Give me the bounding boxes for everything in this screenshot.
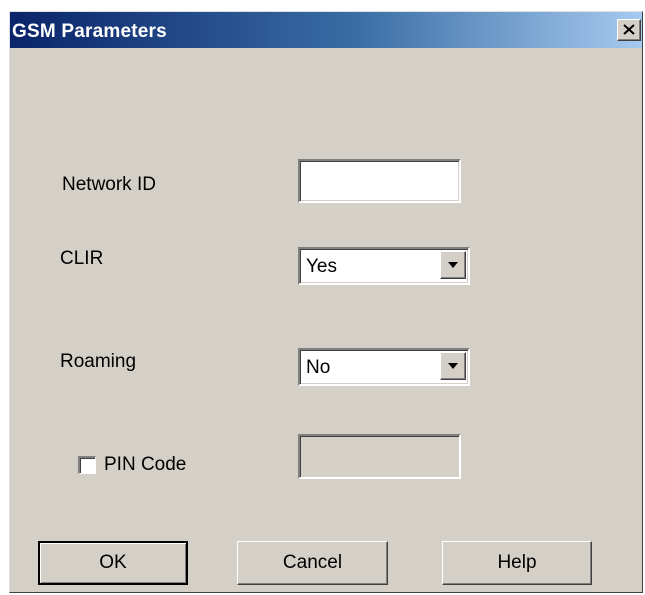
cancel-button[interactable]: Cancel bbox=[237, 541, 388, 585]
pin-code-input[interactable] bbox=[298, 434, 461, 479]
network-id-input[interactable] bbox=[298, 159, 461, 203]
gsm-parameters-dialog: GSM Parameters Network ID CLIR Yes Roami… bbox=[9, 11, 643, 593]
close-icon bbox=[623, 24, 635, 35]
network-id-label: Network ID bbox=[62, 174, 156, 195]
chevron-down-icon bbox=[448, 262, 458, 268]
clir-select[interactable]: Yes bbox=[298, 247, 470, 285]
dialog-title: GSM Parameters bbox=[12, 21, 167, 42]
roaming-selected-value: No bbox=[306, 357, 331, 378]
help-button[interactable]: Help bbox=[442, 541, 592, 585]
clir-label: CLIR bbox=[60, 248, 104, 269]
clir-dropdown-button[interactable] bbox=[440, 251, 466, 279]
chevron-down-icon bbox=[448, 363, 458, 369]
pin-code-checkbox[interactable] bbox=[78, 456, 96, 474]
clir-selected-value: Yes bbox=[306, 256, 337, 277]
roaming-select[interactable]: No bbox=[298, 348, 470, 386]
close-button[interactable] bbox=[617, 19, 641, 41]
ok-button[interactable]: OK bbox=[38, 541, 188, 585]
roaming-label: Roaming bbox=[60, 351, 137, 372]
pin-code-label[interactable]: PIN Code bbox=[104, 454, 186, 476]
roaming-dropdown-button[interactable] bbox=[440, 352, 466, 380]
title-bar[interactable]: GSM Parameters bbox=[10, 12, 642, 48]
